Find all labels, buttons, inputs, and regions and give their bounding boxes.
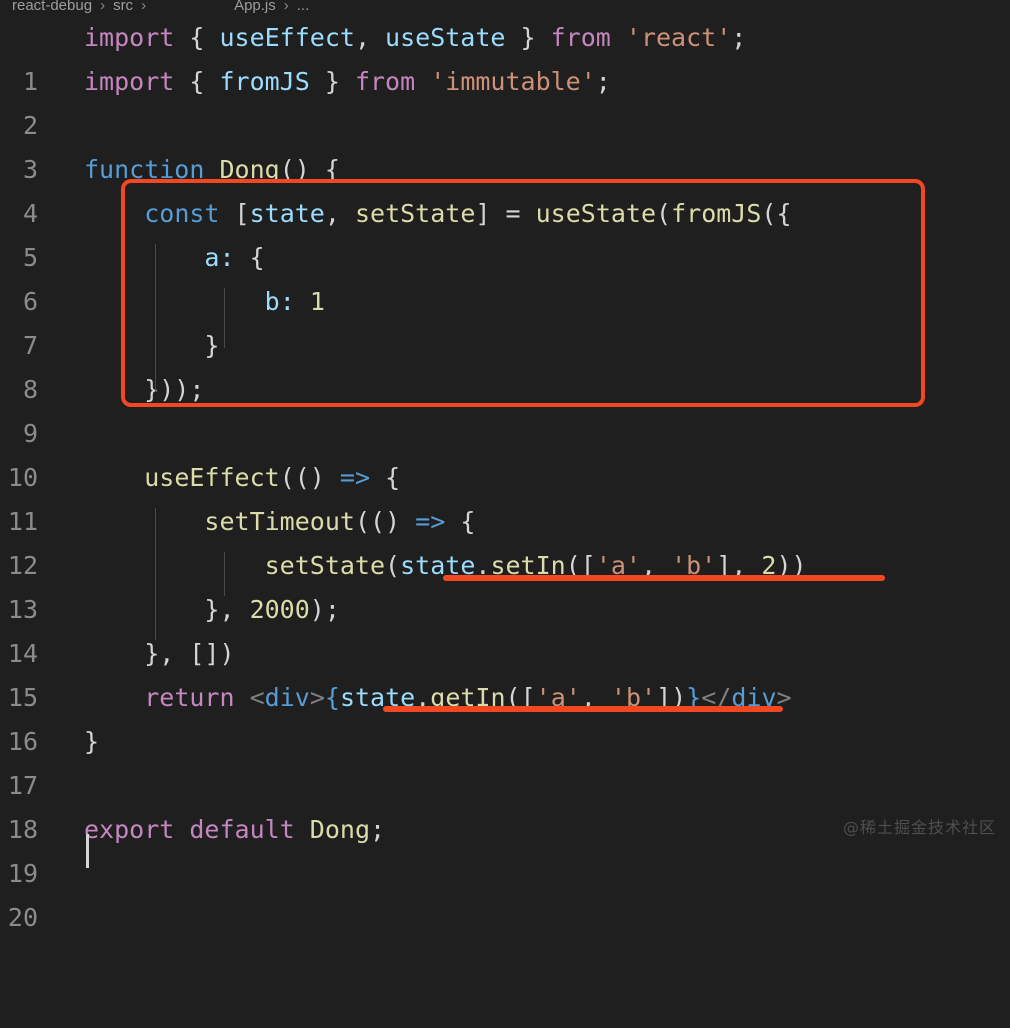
- text-cursor: [86, 834, 89, 868]
- line-source[interactable]: function Dong() {: [84, 148, 340, 192]
- line-source[interactable]: return <div>{state.getIn(['a', 'b'])}</d…: [84, 676, 791, 720]
- line-source[interactable]: b: 1: [84, 280, 325, 324]
- line-source[interactable]: }: [84, 324, 219, 368]
- code-line[interactable]: 9 }));: [0, 368, 1010, 448]
- code-line[interactable]: 16 return <div>{state.getIn(['a', 'b'])}…: [0, 676, 1010, 756]
- breadcrumb-segment-file[interactable]: App.js: [232, 0, 278, 14]
- code-line[interactable]: 18: [0, 764, 1010, 844]
- code-editor-content[interactable]: 1 import { useEffect, useState } from 'r…: [0, 16, 1010, 932]
- code-line[interactable]: 17 }: [0, 720, 1010, 800]
- code-line[interactable]: 13 setState(state.setIn(['a', 'b'], 2)): [0, 544, 1010, 624]
- line-source[interactable]: }));: [84, 368, 204, 412]
- code-line[interactable]: 20: [0, 852, 1010, 932]
- code-line[interactable]: 1 import { useEffect, useState } from 'r…: [0, 16, 1010, 96]
- indent-guide: [155, 508, 156, 640]
- breadcrumb-separator-icon: ›: [283, 0, 289, 14]
- line-source[interactable]: import { useEffect, useState } from 'rea…: [84, 16, 746, 60]
- code-line[interactable]: 3: [0, 104, 1010, 184]
- breadcrumb-segment-project[interactable]: react-debug: [10, 0, 94, 14]
- line-source[interactable]: }, []): [84, 632, 234, 676]
- code-line[interactable]: 4 function Dong() {: [0, 148, 1010, 228]
- code-line[interactable]: 8 }: [0, 324, 1010, 404]
- line-source[interactable]: export default Dong;: [84, 808, 385, 852]
- breadcrumb-segment-folder[interactable]: src: [111, 0, 135, 14]
- breadcrumb-separator-icon: ›: [100, 0, 106, 14]
- line-source[interactable]: a: {: [84, 236, 264, 280]
- line-source[interactable]: const [state, setState] = useState(fromJ…: [84, 192, 791, 236]
- watermark: @稀土掘金技术社区: [842, 818, 996, 837]
- breadcrumb-segment-symbol[interactable]: ...: [295, 0, 312, 14]
- code-line[interactable]: 7 b: 1: [0, 280, 1010, 360]
- code-line[interactable]: 2 import { fromJS } from 'immutable';: [0, 60, 1010, 140]
- code-line[interactable]: 12 setTimeout(() => {: [0, 500, 1010, 580]
- code-line[interactable]: 5 const [state, setState] = useState(fro…: [0, 192, 1010, 272]
- line-source[interactable]: }: [84, 720, 99, 764]
- line-source[interactable]: import { fromJS } from 'immutable';: [84, 60, 611, 104]
- code-line[interactable]: 11 useEffect(() => {: [0, 456, 1010, 536]
- line-source[interactable]: useEffect(() => {: [84, 456, 400, 500]
- indent-guide: [155, 244, 156, 392]
- breadcrumb[interactable]: react-debug › src › App.js › ...: [0, 0, 1010, 16]
- indent-guide: [224, 552, 225, 596]
- code-line[interactable]: 14 }, 2000);: [0, 588, 1010, 668]
- line-source[interactable]: setState(state.setIn(['a', 'b'], 2)): [84, 544, 807, 588]
- indent-guide: [224, 288, 225, 348]
- line-number: 20: [7, 903, 38, 932]
- code-line[interactable]: 15 }, []): [0, 632, 1010, 712]
- breadcrumb-separator-icon: ›: [141, 0, 147, 14]
- code-editor-window: react-debug › src › App.js › ... 1 impor…: [0, 0, 1010, 932]
- line-source[interactable]: }, 2000);: [84, 588, 340, 632]
- code-line[interactable]: 10: [0, 412, 1010, 492]
- code-line[interactable]: 6 a: {: [0, 236, 1010, 316]
- line-source[interactable]: setTimeout(() => {: [84, 500, 475, 544]
